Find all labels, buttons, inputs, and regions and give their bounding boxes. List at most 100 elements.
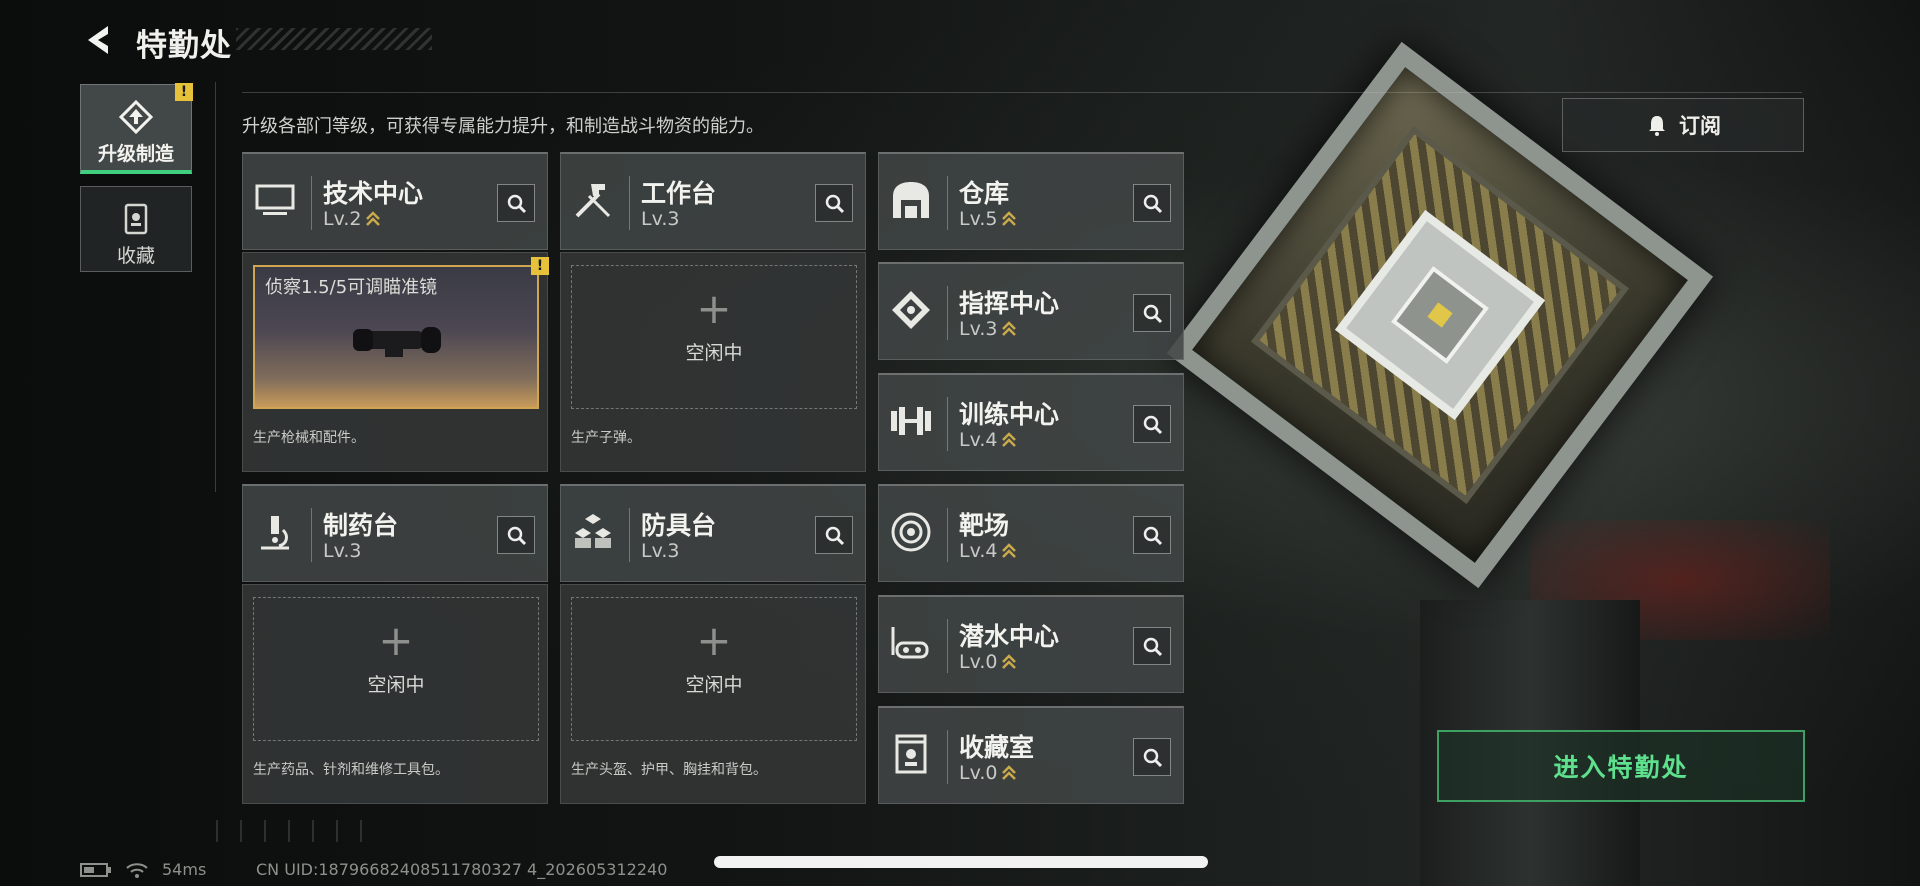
dept-name: 技术中心 — [323, 179, 424, 208]
dept-name: 仓库 — [959, 179, 1010, 208]
tab-collection[interactable]: 收藏 — [80, 186, 192, 272]
production-slot-empty[interactable]: + 空闲中 — [253, 597, 539, 741]
back-arrow-icon[interactable] — [80, 22, 116, 58]
dept-level: Lv.3 — [641, 208, 680, 230]
dept-diving-center[interactable]: 潜水中心 Lv.0 — [878, 595, 1184, 693]
search-icon — [507, 526, 527, 546]
home-indicator[interactable] — [714, 856, 1208, 868]
dept-armor-bench[interactable]: 防具台 Lv.3 — [560, 484, 866, 582]
divider-line — [242, 92, 1802, 93]
search-icon — [825, 194, 845, 214]
wifi-icon — [126, 862, 148, 878]
hammer-wrench-icon — [575, 184, 611, 218]
dept-level: Lv.0 — [959, 762, 998, 784]
dept-level: Lv.2 — [323, 208, 362, 230]
search-button[interactable] — [1133, 516, 1171, 554]
tab-upgrade-manufacture[interactable]: 升级制造 ! — [80, 83, 193, 174]
production-slot-empty[interactable]: + 空闲中 — [571, 265, 857, 409]
level-chevron-icon — [1002, 431, 1017, 447]
level-chevron-icon — [1002, 764, 1017, 780]
search-button[interactable] — [1133, 294, 1171, 332]
dept-command-center[interactable]: 指挥中心 Lv.3 — [878, 262, 1184, 360]
dept-name: 工作台 — [641, 179, 717, 208]
dept-tech-center[interactable]: 技术中心 Lv.2 — [242, 152, 548, 250]
level-chevron-icon — [366, 210, 381, 226]
search-icon — [507, 194, 527, 214]
target-icon — [891, 512, 931, 552]
dept-pharmacy[interactable]: 制药台 Lv.3 — [242, 484, 548, 582]
search-icon — [1143, 415, 1163, 435]
collection-icon — [124, 203, 148, 235]
production-slot-active[interactable]: 侦察1.5/5可调瞄准镜 — [253, 265, 539, 409]
alert-badge: ! — [175, 83, 193, 101]
page-subtitle: 升级各部门等级，可获得专属能力提升，和制造战斗物资的能力。 — [242, 116, 764, 137]
monitor-icon — [255, 184, 295, 215]
battery-icon — [80, 862, 111, 877]
production-item-name: 侦察1.5/5可调瞄准镜 — [265, 277, 438, 298]
upgrade-icon — [118, 99, 154, 135]
search-button[interactable] — [497, 516, 535, 554]
alert-badge: ! — [531, 257, 549, 275]
search-icon — [1143, 304, 1163, 324]
enter-special-ops-button[interactable]: 进入特勤处 — [1437, 730, 1805, 802]
level-chevron-icon — [1002, 210, 1017, 226]
dept-collection-room[interactable]: 收藏室 Lv.0 — [878, 706, 1184, 804]
ping-value: 54ms — [162, 860, 207, 879]
dept-name: 指挥中心 — [959, 289, 1060, 318]
dept-name: 防具台 — [641, 511, 717, 540]
warehouse-icon — [893, 182, 929, 218]
dept-name: 潜水中心 — [959, 622, 1060, 651]
dept-shooting-range[interactable]: 靶场 Lv.4 — [878, 484, 1184, 582]
search-button[interactable] — [1133, 738, 1171, 776]
search-button[interactable] — [1133, 184, 1171, 222]
search-icon — [1143, 526, 1163, 546]
idle-label: 空闲中 — [367, 674, 425, 696]
level-chevron-icon — [1002, 542, 1017, 558]
search-button[interactable] — [497, 184, 535, 222]
tab-label: 收藏 — [116, 245, 155, 267]
user-uid: CN UID:18796682408511780327 4_2026053122… — [256, 860, 668, 879]
subscribe-label: 订阅 — [1679, 114, 1721, 138]
dept-training-center[interactable]: 训练中心 Lv.4 — [878, 373, 1184, 471]
search-button[interactable] — [1133, 627, 1171, 665]
search-icon — [1143, 194, 1163, 214]
search-icon — [1143, 637, 1163, 657]
page-title: 特勤处 — [136, 28, 232, 64]
dept-level: Lv.5 — [959, 208, 998, 230]
production-desc: 生产药品、针剂和维修工具包。 — [253, 762, 449, 778]
level-chevron-icon — [1002, 653, 1017, 669]
dept-level: Lv.3 — [959, 318, 998, 340]
production-desc: 生产枪械和配件。 — [253, 430, 365, 446]
dept-level: Lv.0 — [959, 651, 998, 673]
production-desc: 生产子弹。 — [571, 430, 641, 446]
plus-icon: + — [696, 284, 732, 333]
dept-level: Lv.4 — [959, 540, 998, 562]
dept-level: Lv.4 — [959, 429, 998, 451]
diving-mask-icon — [891, 627, 929, 659]
enter-button-label: 进入特勤处 — [1553, 753, 1689, 782]
search-button[interactable] — [1133, 405, 1171, 443]
level-chevron-icon — [1002, 320, 1017, 336]
production-panel-armor: + 空闲中 生产头盔、护甲、胸挂和背包。 — [560, 584, 866, 804]
search-button[interactable] — [815, 516, 853, 554]
dept-level: Lv.3 — [641, 540, 680, 562]
dept-level: Lv.3 — [323, 540, 362, 562]
production-slot-empty[interactable]: + 空闲中 — [571, 597, 857, 741]
production-panel-tech: 侦察1.5/5可调瞄准镜 ! 生产枪械和配件。 — [242, 252, 549, 472]
dept-warehouse[interactable]: 仓库 Lv.5 — [878, 152, 1184, 250]
dept-name: 制药台 — [323, 511, 399, 540]
idle-label: 空闲中 — [685, 342, 743, 364]
search-icon — [825, 526, 845, 546]
subscribe-button[interactable]: 订阅 — [1562, 98, 1804, 152]
dept-name: 收藏室 — [959, 733, 1035, 762]
dept-workbench[interactable]: 工作台 Lv.3 — [560, 152, 866, 250]
dumbbell-icon — [891, 407, 931, 435]
microscope-icon — [261, 516, 289, 550]
scope-item-image — [353, 327, 441, 357]
search-button[interactable] — [815, 184, 853, 222]
armor-boxes-icon — [575, 514, 611, 548]
bell-icon — [1649, 116, 1665, 136]
dept-name: 靶场 — [959, 511, 1010, 540]
production-desc: 生产头盔、护甲、胸挂和背包。 — [571, 762, 767, 778]
command-icon — [892, 291, 930, 329]
